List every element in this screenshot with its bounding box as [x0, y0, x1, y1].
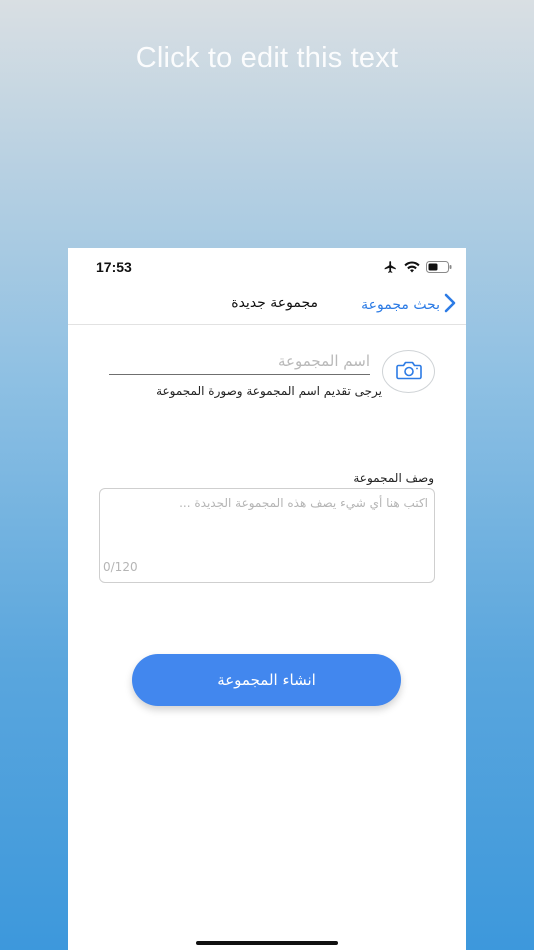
group-name-input[interactable]	[109, 347, 370, 375]
status-icons	[383, 260, 452, 274]
battery-icon	[426, 261, 452, 273]
create-group-button[interactable]: انشاء المجموعة	[132, 654, 401, 706]
wifi-icon	[404, 261, 420, 273]
page-title: مجموعة جديدة	[231, 295, 318, 311]
back-button[interactable]: بحث مجموعة	[361, 293, 456, 317]
group-hint-text: يرجى تقديم اسم المجموعة وصورة المجموعة	[156, 384, 382, 398]
chevron-right-icon	[444, 293, 456, 317]
airplane-icon	[383, 260, 398, 274]
add-photo-button[interactable]	[382, 350, 435, 393]
home-indicator	[196, 941, 338, 945]
navigation-bar: بحث مجموعة مجموعة جديدة	[68, 288, 466, 325]
promo-caption: Click to edit this text	[135, 42, 399, 74]
status-bar: 17:53	[68, 248, 466, 288]
character-counter: 0/120	[103, 560, 138, 574]
description-box: 0/120	[99, 488, 435, 583]
status-time: 17:53	[96, 259, 132, 275]
phone-screen: 17:53 بحث مجموعة مجموعة جديدة اسم المجمو…	[68, 248, 466, 950]
description-label: وصف المجموعة	[353, 471, 434, 485]
camera-icon	[395, 360, 422, 384]
back-button-label: بحث مجموعة	[361, 297, 440, 313]
description-textarea[interactable]	[100, 489, 434, 549]
